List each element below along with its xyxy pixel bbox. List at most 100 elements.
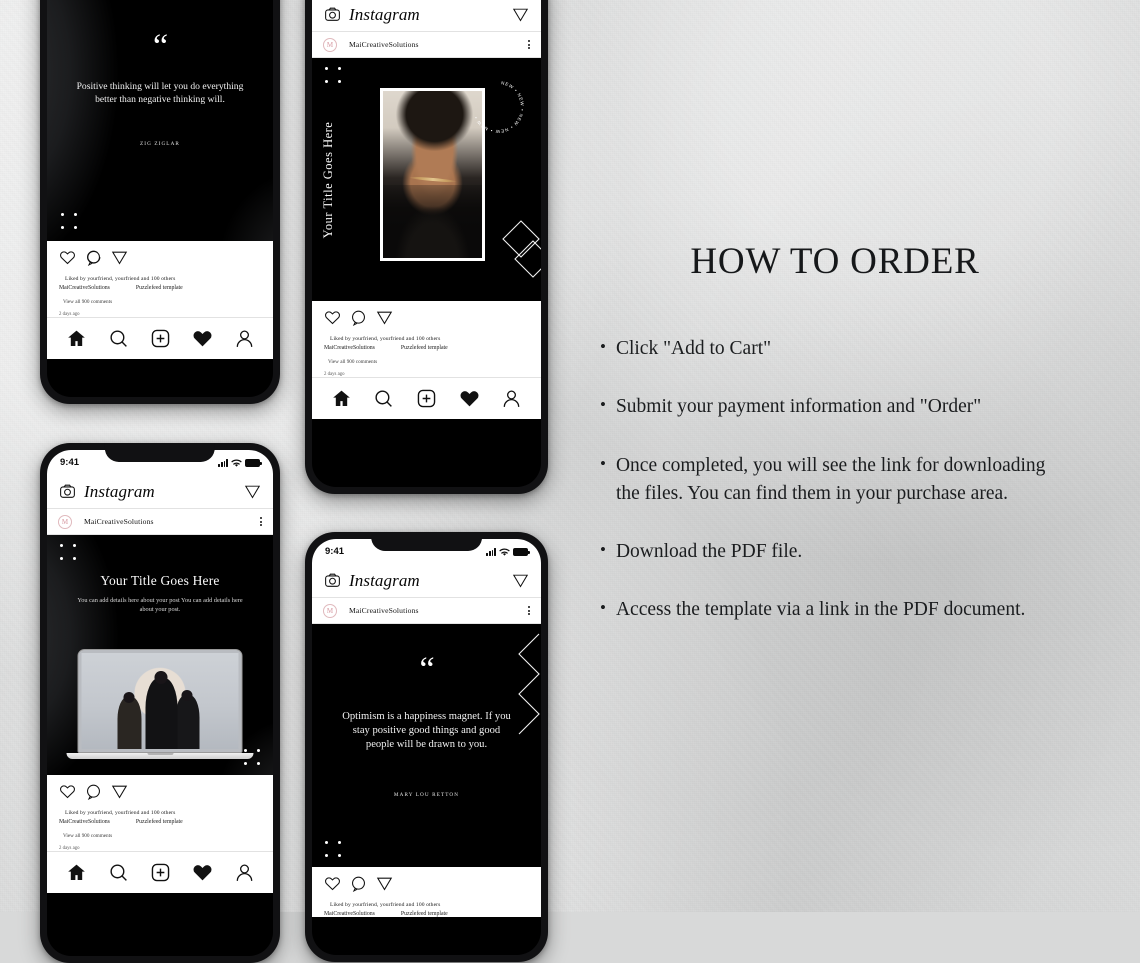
caption-account[interactable]: MaiCreativeSolutions — [59, 819, 110, 825]
list-item: • Click "Add to Cart" — [600, 335, 1070, 363]
instagram-app-bar: Instagram — [312, 0, 541, 32]
laptop-mockup — [66, 649, 254, 759]
wifi-icon — [499, 548, 510, 556]
like-icon[interactable] — [59, 783, 76, 800]
add-post-icon[interactable] — [150, 328, 171, 349]
post-caption: Liked by yourfriend, yourfriend and 100 … — [47, 273, 273, 317]
dot-grid-decoration — [325, 67, 341, 83]
share-icon[interactable] — [244, 483, 261, 500]
figure-left — [117, 697, 142, 749]
post-actions-bar — [312, 867, 541, 899]
post-actions-bar — [47, 241, 273, 273]
like-icon[interactable] — [324, 309, 341, 326]
post-canvas-quote-bottom-right: “ Optimism is a happiness magnet. If you… — [312, 624, 541, 867]
share-icon[interactable] — [111, 249, 128, 266]
post-caption: Liked by yourfriend, yourfriend and 100 … — [312, 899, 541, 917]
comment-icon[interactable] — [85, 249, 102, 266]
view-comments-link[interactable]: View all 900 comments — [324, 359, 529, 365]
avatar[interactable]: M — [323, 37, 337, 52]
more-options-icon[interactable] — [528, 605, 530, 616]
laptop-photo — [81, 653, 239, 749]
home-icon[interactable] — [66, 862, 87, 883]
camera-icon[interactable] — [324, 572, 341, 589]
list-item: • Access the template via a link in the … — [600, 596, 1070, 624]
account-name[interactable]: MaiCreativeSolutions — [349, 606, 528, 615]
avatar[interactable]: M — [323, 603, 337, 618]
new-badge-text: NEW • NEW • NEW • NEW • NEW • — [473, 80, 524, 134]
add-post-icon[interactable] — [150, 862, 171, 883]
camera-icon[interactable] — [324, 6, 341, 23]
avatar[interactable]: M — [58, 514, 72, 529]
laptop-base — [66, 753, 254, 759]
figure-center-head — [154, 671, 168, 684]
more-options-icon[interactable] — [528, 39, 530, 50]
home-icon[interactable] — [331, 388, 352, 409]
search-icon[interactable] — [373, 388, 394, 409]
caption-text: Puzzlefeed template — [400, 910, 448, 917]
comment-icon[interactable] — [350, 875, 367, 892]
step-text: Once completed, you will see the link fo… — [615, 454, 1046, 504]
view-comments-link[interactable]: View all 900 comments — [59, 833, 261, 839]
heart-icon[interactable] — [459, 388, 480, 409]
quote-mark: “ — [152, 28, 168, 65]
like-icon[interactable] — [59, 249, 76, 266]
likes-text: Liked by yourfriend, yourfriend and 100 … — [65, 276, 176, 282]
comment-icon[interactable] — [85, 783, 102, 800]
phone-mockup-bottom-left: 9:41 Instagram M MaiCreativeSolutions Yo… — [40, 443, 280, 963]
camera-icon[interactable] — [59, 483, 76, 500]
account-name[interactable]: MaiCreativeSolutions — [349, 40, 528, 49]
post-caption: Liked by yourfriend, yourfriend and 100 … — [47, 807, 273, 851]
profile-icon[interactable] — [234, 328, 255, 349]
caption-account[interactable]: MaiCreativeSolutions — [59, 285, 110, 291]
search-icon[interactable] — [108, 328, 129, 349]
share-icon[interactable] — [512, 572, 529, 589]
bullet-icon: • — [600, 395, 606, 415]
share-icon[interactable] — [111, 783, 128, 800]
phone-notch — [370, 532, 483, 551]
instagram-wordmark: Instagram — [349, 4, 420, 24]
page-title: HOW TO ORDER — [690, 241, 980, 282]
caption-account[interactable]: MaiCreativeSolutions — [324, 911, 375, 917]
quote-text: Positive thinking will let you do everyt… — [76, 81, 244, 106]
status-time: 9:41 — [60, 457, 80, 468]
heart-icon[interactable] — [192, 862, 213, 883]
how-to-order-panel: HOW TO ORDER • Click "Add to Cart" • Sub… — [600, 240, 1070, 655]
phone-mockup-middle: 9:41 Instagram M MaiCreativeSolutions Yo — [305, 0, 548, 494]
post-title: Your Title Goes Here — [100, 573, 220, 588]
list-item: • Once completed, you will see the link … — [600, 452, 1070, 509]
profile-icon[interactable] — [234, 862, 255, 883]
caption-account[interactable]: MaiCreativeSolutions — [324, 345, 375, 351]
instagram-tab-bar — [312, 376, 541, 419]
likes-text: Liked by yourfriend, yourfriend and 100 … — [330, 902, 441, 908]
view-comments-link[interactable]: View all 900 comments — [59, 299, 261, 305]
battery-icon — [513, 548, 530, 556]
step-text: Submit your payment information and "Ord… — [615, 396, 982, 418]
signal-icon — [486, 548, 496, 556]
share-icon[interactable] — [376, 309, 393, 326]
step-text: Download the PDF file. — [615, 541, 803, 563]
diamond-decoration — [502, 220, 541, 278]
share-icon[interactable] — [512, 6, 529, 23]
add-post-icon[interactable] — [416, 388, 437, 409]
quote-mark: “ — [419, 651, 434, 688]
heart-icon[interactable] — [192, 328, 213, 349]
list-item: • Download the PDF file. — [600, 538, 1070, 566]
post-user-row: M MaiCreativeSolutions — [47, 509, 273, 535]
svg-text:NEW • NEW • NEW • NEW • NEW •: NEW • NEW • NEW • NEW • NEW • — [473, 80, 525, 134]
share-icon[interactable] — [376, 875, 393, 892]
post-canvas-product: Your Title Goes Here NEW • NEW • NEW • N… — [312, 58, 541, 301]
new-badge-icon: NEW • NEW • NEW • NEW • NEW • — [473, 80, 525, 134]
like-icon[interactable] — [324, 875, 341, 892]
account-name[interactable]: MaiCreativeSolutions — [84, 517, 260, 526]
post-canvas-laptop: Your Title Goes Here You can add details… — [47, 535, 273, 775]
phone-mockup-top-left: “ Positive thinking will let you do ever… — [40, 0, 280, 404]
instagram-tab-bar — [47, 316, 273, 359]
laptop-screen — [77, 649, 243, 753]
more-options-icon[interactable] — [260, 516, 262, 527]
comment-icon[interactable] — [350, 309, 367, 326]
phone-notch — [104, 443, 216, 462]
search-icon[interactable] — [108, 862, 129, 883]
profile-icon[interactable] — [501, 388, 522, 409]
likes-text: Liked by yourfriend, yourfriend and 100 … — [65, 810, 176, 816]
home-icon[interactable] — [66, 328, 87, 349]
